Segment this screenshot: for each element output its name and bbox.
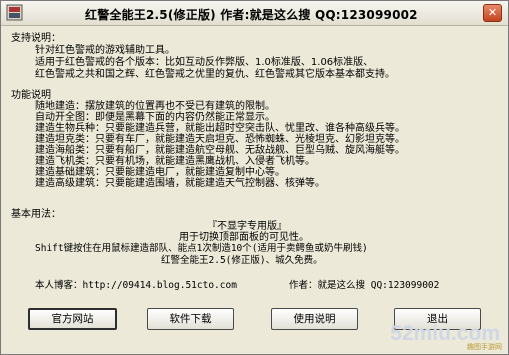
feature-item: 建造高级建筑：只要能建造围墙，就能建造天气控制器、核弹等。 [35,178,325,189]
support-line: 红色警戒之共和国之辉、红色警戒之优里的复仇、红色警戒其它版本基本都支持。 [35,69,395,80]
support-line: 适用于红色警戒的各个版本：比如互动反作弊版、1.0标准版、1.06标准版、 [35,57,374,68]
main-window: 红警全能王2.5(修正版) 作者:就是这么搜 QQ:123099002 ✕ 支持… [0,0,509,355]
window-title: 红警全能王2.5(修正版) 作者:就是这么搜 QQ:123099002 [85,8,418,22]
feature-item: 自动开全图：即便是黑幕下面的内容仍然能正常显示。 [35,112,275,123]
title-bar[interactable]: 红警全能王2.5(修正版) 作者:就是这么搜 QQ:123099002 ✕ [1,1,508,26]
author-label: 作者：就是这么搜 QQ:123099002 [289,280,440,291]
feature-item: 建造海船类：只要有船厂，就能建造航空母舰、无敌战舰、巨型乌贼、旋风海艇等。 [35,145,405,156]
watermark-subtitle: 趣图手游网 [467,343,502,351]
close-button[interactable]: ✕ [483,4,502,22]
website-button[interactable]: 官方网站 [28,308,117,330]
feature-item: 建造坦克类：只要有车厂，就能建造天启坦克、恐怖蜘蛛、光棱坦克、幻影坦克等。 [35,134,405,145]
features-heading: 功能说明 [11,90,51,101]
feature-item: 建造基础建筑：只要能建造电厂，就能建造复制中心等。 [35,167,285,178]
support-line: 针对红色警戒的游戏辅助工具。 [35,45,175,56]
feature-item: 随地建造：摆放建筑的位置再也不受已有建筑的限制。 [35,101,275,112]
usage-line: 用于切换顶部面板的可见性。 [179,232,309,243]
usage-line: Shift键按住在用鼠标建造部队、能点1次制造10个(适用于卖鳄鱼或奶牛刷钱) [35,243,368,254]
help-button[interactable]: 使用说明 [271,308,358,330]
support-heading: 支持说明： [11,33,61,44]
download-button[interactable]: 软件下载 [147,308,234,330]
app-icon [6,4,23,21]
usage-tag-line: 『不显字专用版』 [207,221,287,232]
feature-item: 建造飞机类：只要有机场，就能建造黑鹰战机、入侵者飞机等。 [35,156,315,167]
blog-label: 本人博客：http://09414.blog.51cto.com [35,280,237,291]
usage-line: 红警全能王2.5(修正版)、城久免费。 [161,255,323,266]
feature-item: 建造生物兵种：只要能建造兵营，就能出超时空突击队、忧里改、谁各种高级兵等。 [35,123,405,134]
usage-heading: 基本用法： [11,209,61,220]
